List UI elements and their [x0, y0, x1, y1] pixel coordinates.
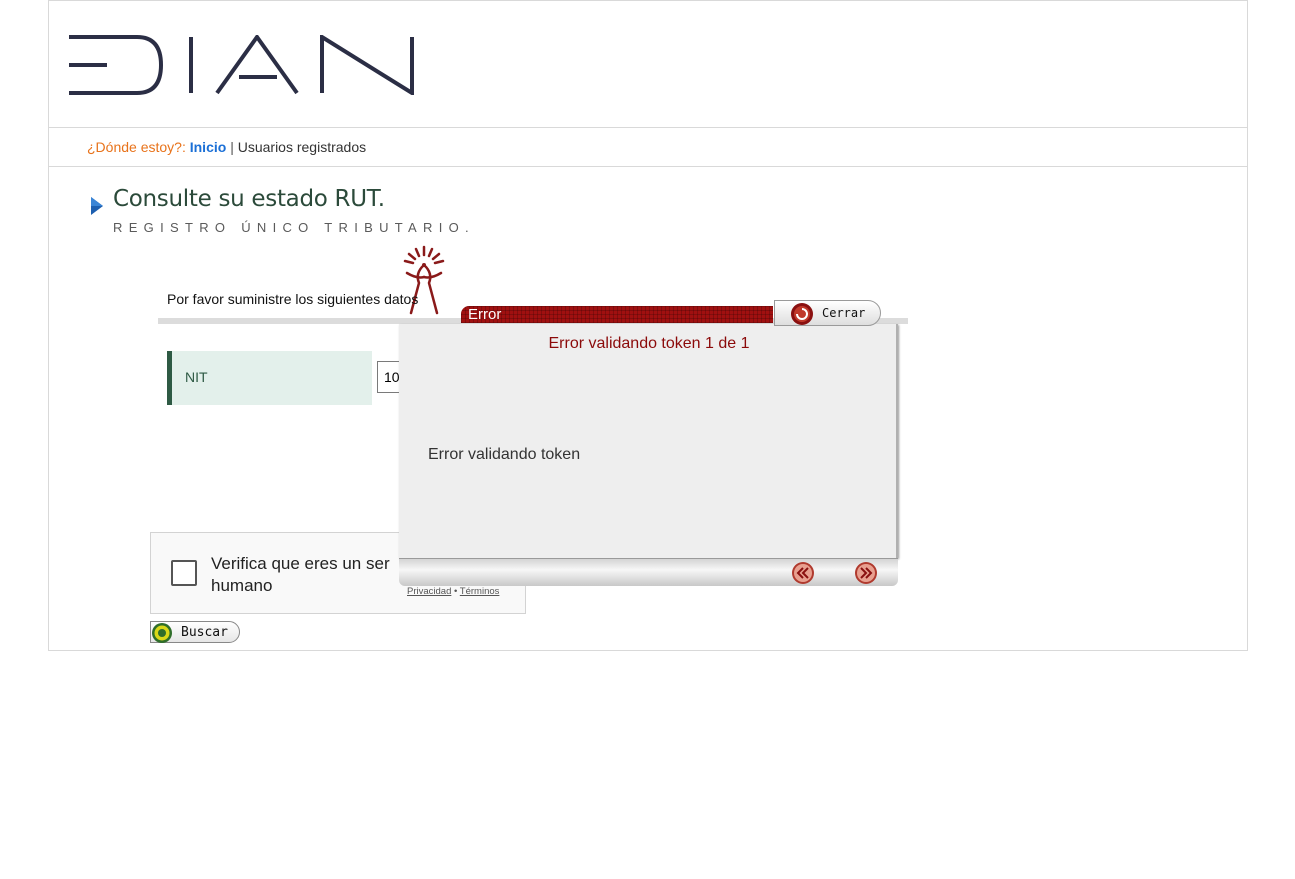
error-dialog-footer [399, 558, 898, 586]
error-dialog-message: Error validando token [428, 446, 581, 463]
recaptcha-label: Verifica que eres un ser humano [211, 554, 390, 595]
title-arrow-icon [91, 197, 103, 215]
page-title: Consulte su estado RUT. [113, 186, 385, 212]
header [49, 1, 1247, 128]
close-dialog-button[interactable]: Cerrar [774, 300, 881, 326]
error-dialog-body: Error validando token 1 de 1 Error valid… [399, 324, 898, 558]
close-icon [791, 303, 813, 325]
privacy-link[interactable]: Privacidad [407, 586, 451, 597]
nit-row: NIT [167, 351, 372, 405]
nit-label: NIT [185, 369, 208, 385]
breadcrumb-current: Usuarios registrados [237, 139, 367, 155]
page-frame: ¿Dónde estoy?: Inicio | Usuarios registr… [48, 0, 1248, 651]
recaptcha-links: Privacidad • Términos [407, 586, 499, 597]
error-dialog-title: Error [468, 306, 502, 323]
terms-link[interactable]: Términos [460, 586, 500, 597]
page-subtitle: REGISTRO ÚNICO TRIBUTARIO. [113, 220, 475, 235]
breadcrumb-separator: | [230, 139, 234, 155]
dian-logo [69, 35, 414, 95]
links-separator: • [454, 586, 458, 597]
breadcrumb-home-link[interactable]: Inicio [190, 139, 227, 155]
breadcrumb-question: ¿Dónde estoy?: [87, 139, 186, 155]
error-dialog-heading: Error validando token 1 de 1 [548, 335, 750, 352]
form-instructions: Por favor suministre los siguientes dato… [167, 291, 419, 307]
close-dialog-label: Cerrar [822, 306, 866, 320]
search-button-label: Buscar [181, 625, 228, 640]
recaptcha-checkbox[interactable] [171, 560, 197, 586]
next-icon[interactable] [854, 561, 878, 585]
error-dialog-titlebar: Error [461, 306, 773, 323]
previous-icon[interactable] [791, 561, 815, 585]
search-button[interactable]: Buscar [150, 621, 240, 643]
breadcrumb: ¿Dónde estoy?: Inicio | Usuarios registr… [49, 128, 1247, 167]
search-button-icon [152, 623, 172, 643]
